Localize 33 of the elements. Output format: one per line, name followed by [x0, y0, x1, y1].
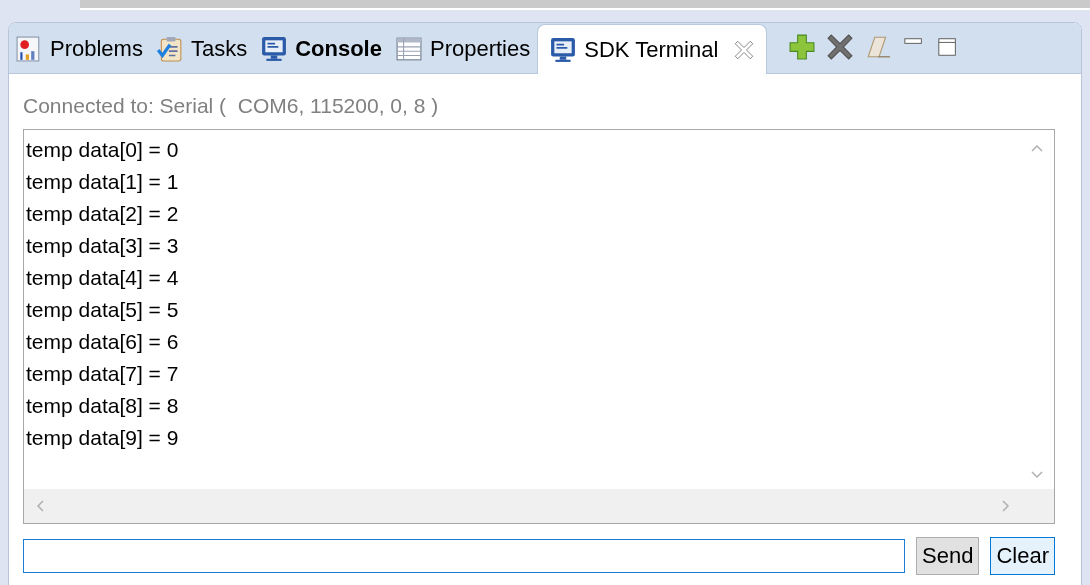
scroll-up-icon[interactable]	[1031, 144, 1043, 152]
view-tab[interactable]: Tasks	[149, 25, 255, 73]
terminal-button[interactable]: Clear	[990, 537, 1055, 575]
monitor-icon	[550, 36, 577, 63]
output-line: temp data[9] = 9	[26, 425, 180, 451]
monitor-icon	[261, 36, 288, 62]
table-icon	[395, 36, 422, 62]
view-tab[interactable]: Properties	[388, 25, 538, 73]
command-input[interactable]	[23, 539, 906, 573]
output-line: temp data[4] = 4	[26, 265, 180, 291]
scroll-bar[interactable]	[80, 0, 1090, 10]
output-line: temp data[6] = 6	[26, 329, 180, 355]
view-tab[interactable]: SDK Terminal	[537, 24, 768, 74]
output-line: temp data[8] = 8	[26, 393, 180, 419]
output-line: temp data[3] = 3	[26, 233, 180, 259]
view-tab[interactable]: Console	[254, 25, 389, 73]
output-line: temp data[2] = 2	[26, 201, 180, 227]
close-icon[interactable]	[827, 34, 854, 60]
connection-status: Connected to: Serial ( COM6, 115200, 0, 8 )	[23, 94, 440, 119]
scroll-right-icon[interactable]	[1002, 500, 1010, 512]
eraser-icon[interactable]	[865, 34, 892, 60]
output-line: temp data[1] = 1	[26, 169, 180, 195]
output-line: temp data[7] = 7	[26, 361, 180, 387]
scroll-down-icon[interactable]	[1031, 471, 1043, 479]
clipboard-icon	[156, 36, 183, 62]
output-line: temp data[5] = 5	[26, 297, 180, 323]
output-line: temp data[0] = 0	[26, 137, 180, 163]
close-icon[interactable]	[734, 39, 755, 60]
scroll-left-icon[interactable]	[36, 500, 44, 512]
add-icon[interactable]	[789, 34, 816, 60]
view-tab[interactable]: Problems	[9, 25, 150, 73]
problems-icon	[16, 36, 42, 62]
terminal-button[interactable]: Send	[916, 537, 980, 575]
